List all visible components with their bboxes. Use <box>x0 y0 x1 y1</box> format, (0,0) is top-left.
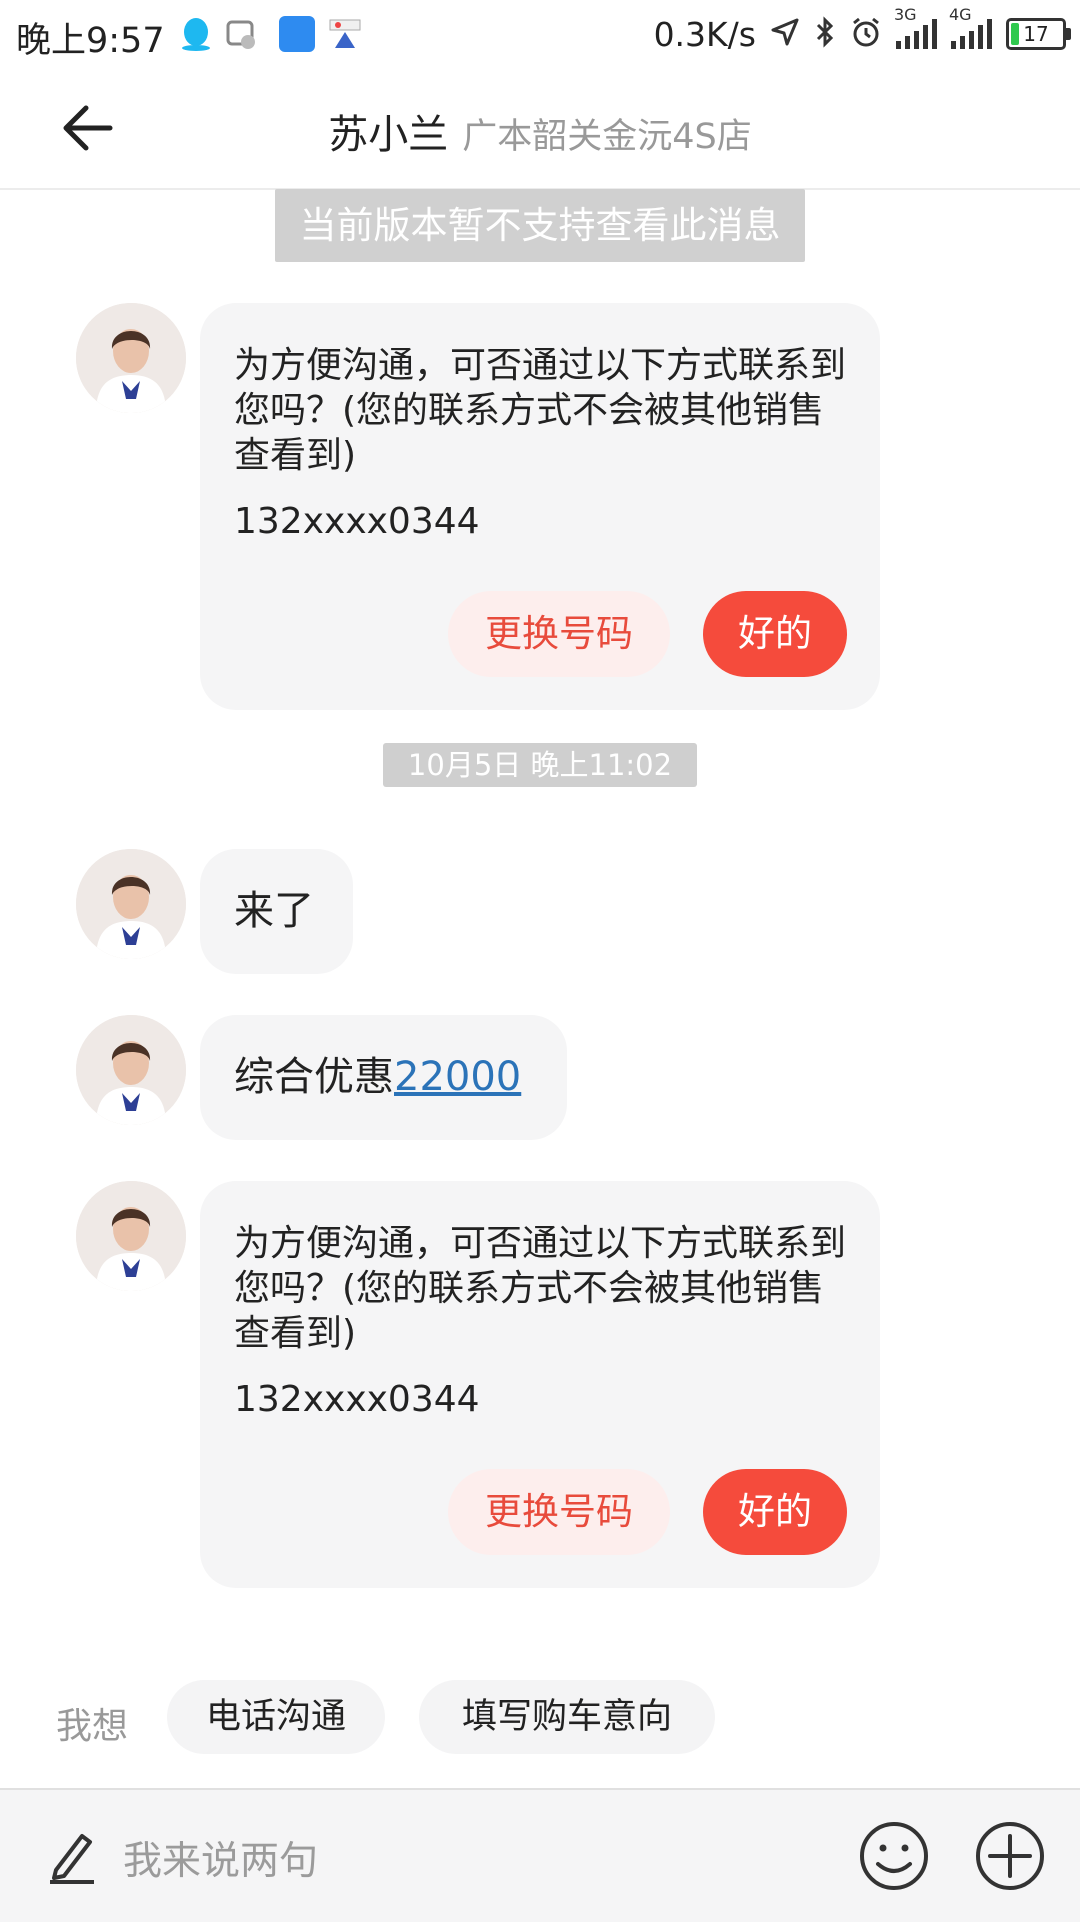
phone-number: 132xxxx0344 <box>234 501 480 542</box>
signal-3g-icon: 3G <box>894 5 937 49</box>
battery-icon: 17 <box>1006 18 1071 50</box>
emoji-button[interactable] <box>858 1820 930 1896</box>
avatar-portrait-icon <box>76 1015 186 1125</box>
phone-number: 132xxxx0344 <box>234 1379 480 1420</box>
avatar-portrait-icon <box>76 849 186 959</box>
status-bar: 晚上9:57 0.3K/s 3G 4G 17 <box>0 0 1080 68</box>
change-number-button[interactable]: 更换号码 <box>448 1469 670 1555</box>
qq-icon <box>178 16 214 52</box>
message-timestamp: 10月5日 晚上11:02 <box>383 743 697 787</box>
purchase-intent-chip[interactable]: 填写购车意向 <box>419 1680 715 1754</box>
avatar[interactable] <box>76 849 186 959</box>
bluetooth-icon <box>814 16 836 52</box>
store-name: 广本韶关金沅4S店 <box>462 117 752 157</box>
unsupported-message-notice: 当前版本暂不支持查看此消息 <box>275 189 805 262</box>
avatar[interactable] <box>76 1015 186 1125</box>
plus-icon <box>976 1822 1044 1890</box>
app-blue-icon <box>279 16 315 52</box>
avatar[interactable] <box>76 1181 186 1291</box>
avatar[interactable] <box>76 303 186 413</box>
message-bubble: 为方便沟通，可否通过以下方式联系到您吗？(您的联系方式不会被其他销售查看到) 1… <box>200 1181 880 1588</box>
page-title: 苏小兰 广本韶关金沅4S店 <box>0 102 1080 160</box>
discount-amount-link[interactable]: 22000 <box>394 1054 521 1100</box>
message-text: 综合优惠22000 <box>234 1055 521 1100</box>
avatar-portrait-icon <box>76 1181 186 1291</box>
message-input-bar: 我来说两句 <box>0 1788 1080 1922</box>
message-bubble: 来了 <box>200 849 353 974</box>
alarm-icon <box>850 16 882 52</box>
change-number-button[interactable]: 更换号码 <box>448 591 670 677</box>
edit-pen-icon <box>46 1828 98 1888</box>
location-icon <box>770 17 800 51</box>
ok-button[interactable]: 好的 <box>703 591 847 677</box>
signal-4g-icon: 4G <box>949 5 992 49</box>
network-speed: 0.3K/s <box>653 14 756 54</box>
add-more-button[interactable] <box>974 1820 1046 1896</box>
app-notification-icon <box>224 16 260 52</box>
discount-label: 综合优惠 <box>234 1054 394 1100</box>
message-bubble: 综合优惠22000 <box>200 1015 567 1140</box>
phone-contact-chip[interactable]: 电话沟通 <box>167 1680 385 1754</box>
avatar-portrait-icon <box>76 303 186 413</box>
contact-name: 苏小兰 <box>328 112 449 158</box>
app-mail-icon <box>327 16 363 52</box>
status-right-group: 0.3K/s 3G 4G 17 <box>653 5 1071 56</box>
message-input[interactable]: 我来说两句 <box>123 1830 318 1886</box>
message-text: 为方便沟通，可否通过以下方式联系到您吗？(您的联系方式不会被其他销售查看到) <box>234 1223 847 1354</box>
smiley-icon <box>860 1822 928 1890</box>
status-time: 晚上9:57 <box>16 21 165 61</box>
quick-action-label: 我想 <box>56 1706 129 1747</box>
message-text: 来了 <box>234 888 314 934</box>
top-nav-bar: 苏小兰 广本韶关金沅4S店 <box>0 68 1080 190</box>
message-bubble: 为方便沟通，可否通过以下方式联系到您吗？(您的联系方式不会被其他销售查看到) 1… <box>200 303 880 710</box>
message-text: 为方便沟通，可否通过以下方式联系到您吗？(您的联系方式不会被其他销售查看到) <box>234 345 847 476</box>
ok-button[interactable]: 好的 <box>703 1469 847 1555</box>
